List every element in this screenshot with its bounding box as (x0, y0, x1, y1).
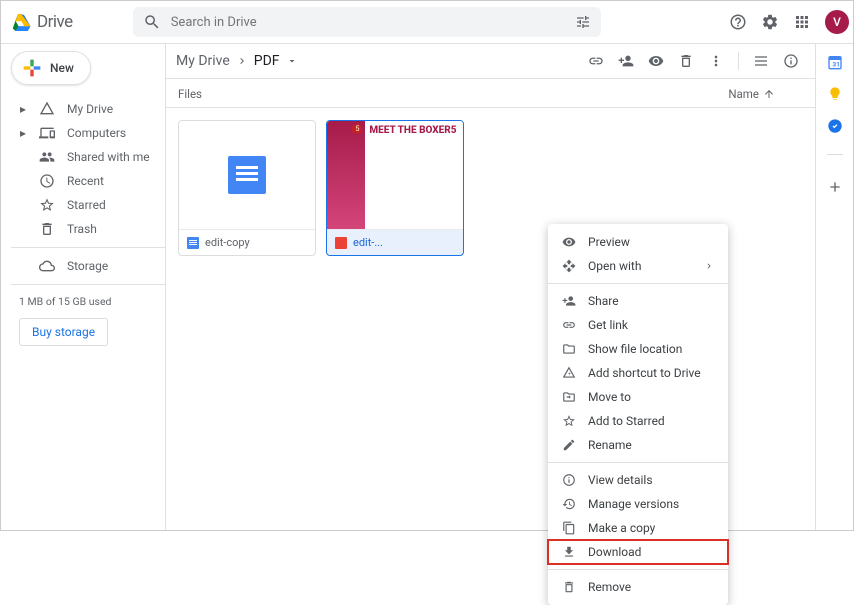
name-column[interactable]: Name (728, 87, 775, 101)
move-icon (562, 390, 576, 404)
doc-thumbnail-icon (228, 156, 266, 194)
folder-icon (562, 342, 576, 356)
menu-make-copy[interactable]: Make a copy (548, 516, 728, 540)
drive-nav-icon (39, 101, 55, 117)
new-button[interactable]: New (11, 51, 91, 85)
calendar-icon[interactable]: 31 (827, 54, 843, 70)
keep-icon[interactable] (827, 86, 843, 102)
menu-add-starred[interactable]: Add to Starred (548, 409, 728, 433)
file-card[interactable]: edit-copy (178, 120, 316, 256)
trash-icon (39, 221, 55, 237)
menu-get-link[interactable]: Get link (548, 313, 728, 337)
recent-icon (39, 173, 55, 189)
apps-icon[interactable] (793, 13, 811, 31)
copy-icon (562, 521, 576, 535)
sidebar-item-starred[interactable]: Starred (11, 193, 165, 217)
eye-icon (562, 235, 576, 249)
list-view-icon[interactable] (753, 53, 769, 69)
menu-show-location[interactable]: Show file location (548, 337, 728, 361)
help-icon[interactable] (729, 13, 747, 31)
search-icon (143, 13, 161, 31)
shared-icon (39, 149, 55, 165)
menu-view-details[interactable]: View details (548, 468, 728, 492)
menu-manage-versions[interactable]: Manage versions (548, 492, 728, 516)
menu-download[interactable]: Download (548, 540, 728, 564)
file-name: edit-copy (205, 236, 250, 249)
breadcrumb: My Drive PDF (176, 53, 298, 69)
sidebar-item-storage[interactable]: Storage (11, 254, 165, 278)
breadcrumb-current[interactable]: PDF (254, 53, 280, 69)
dropdown-icon[interactable] (286, 55, 298, 67)
drive-logo[interactable]: Drive (11, 12, 73, 32)
sidebar-item-shared[interactable]: Shared with me (11, 145, 165, 169)
svg-text:31: 31 (832, 61, 840, 69)
menu-share[interactable]: Share (548, 289, 728, 313)
menu-rename[interactable]: Rename (548, 433, 728, 457)
file-card[interactable]: MEET THE BOXER5 edit-... (326, 120, 464, 256)
link-icon[interactable] (588, 53, 604, 69)
tasks-icon[interactable] (827, 118, 843, 134)
cloud-icon (39, 258, 55, 274)
sidebar: New ▸My Drive ▸Computers Shared with me … (1, 44, 165, 530)
breadcrumb-root[interactable]: My Drive (176, 53, 230, 69)
info-icon (562, 473, 576, 487)
menu-open-with[interactable]: Open with (548, 254, 728, 278)
avatar[interactable]: V (825, 10, 849, 34)
trash-icon (562, 580, 576, 594)
drive-icon (11, 14, 31, 31)
person-add-icon (562, 294, 576, 308)
star-icon (562, 414, 576, 428)
menu-remove[interactable]: Remove (548, 575, 728, 599)
delete-icon[interactable] (678, 53, 694, 69)
new-label: New (50, 61, 74, 75)
star-icon (39, 197, 55, 213)
preview-icon[interactable] (648, 53, 664, 69)
buy-storage-button[interactable]: Buy storage (19, 318, 108, 346)
side-panel: 31 (815, 44, 853, 530)
chevron-right-icon (236, 55, 248, 67)
history-icon (562, 497, 576, 511)
gear-icon[interactable] (761, 13, 779, 31)
menu-move-to[interactable]: Move to (548, 385, 728, 409)
file-name: edit-... (353, 236, 383, 249)
pdf-type-icon (335, 237, 347, 249)
computers-icon (39, 125, 55, 141)
shortcut-icon: + (562, 366, 576, 380)
sidebar-item-computers[interactable]: ▸Computers (11, 121, 165, 145)
svg-text:+: + (568, 371, 571, 377)
menu-add-shortcut[interactable]: +Add shortcut to Drive (548, 361, 728, 385)
tune-icon[interactable] (575, 14, 591, 30)
open-with-icon (562, 259, 576, 273)
info-icon[interactable] (783, 53, 799, 69)
sidebar-item-recent[interactable]: Recent (11, 169, 165, 193)
add-icon[interactable] (827, 179, 843, 195)
download-icon (562, 545, 576, 559)
pdf-thumb-title: MEET THE BOXER5 (369, 125, 459, 136)
doc-type-icon (187, 237, 199, 249)
link-icon (562, 318, 576, 332)
storage-usage: 1 MB of 15 GB used (11, 291, 165, 308)
plus-icon (22, 58, 42, 78)
menu-preview[interactable]: Preview (548, 230, 728, 254)
person-add-icon[interactable] (618, 53, 634, 69)
more-icon[interactable] (708, 53, 724, 69)
edit-icon (562, 438, 576, 452)
files-label: Files (178, 87, 202, 101)
search-bar[interactable] (133, 7, 601, 37)
sidebar-item-my-drive[interactable]: ▸My Drive (11, 97, 165, 121)
chevron-right-icon (704, 261, 714, 271)
app-name: Drive (37, 12, 73, 32)
context-menu: Preview Open with Share Get link Show fi… (548, 224, 728, 605)
arrow-up-icon (763, 88, 775, 100)
search-input[interactable] (171, 15, 575, 30)
sidebar-item-trash[interactable]: Trash (11, 217, 165, 241)
